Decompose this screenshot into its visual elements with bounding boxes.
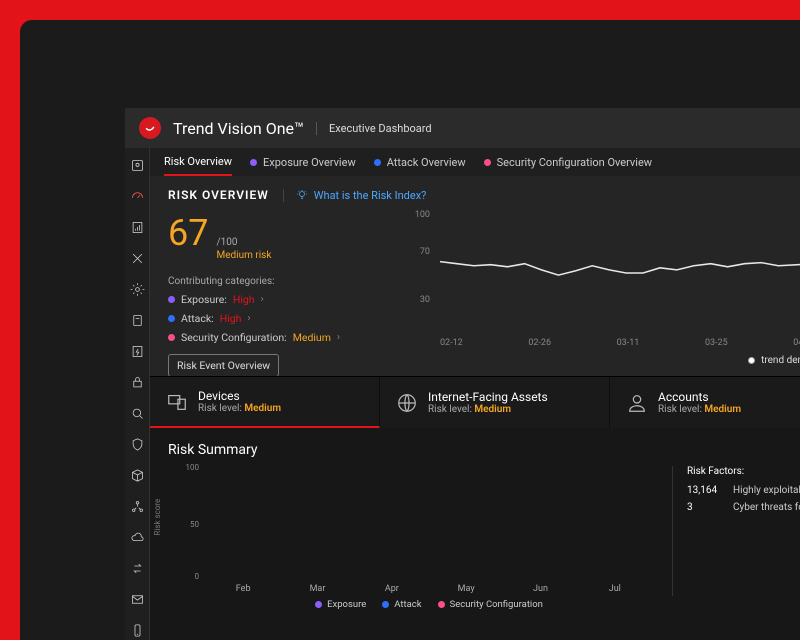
summary-tab-internet-assets[interactable]: Internet-Facing AssetsRisk level: Medium [380, 377, 610, 428]
section-title: RISK OVERVIEW [168, 188, 269, 202]
risk-event-overview-button[interactable]: Risk Event Overview [168, 354, 279, 377]
tab-risk-overview[interactable]: Risk Overview [164, 148, 232, 176]
devices-icon [166, 391, 188, 413]
tab-security-config-overview[interactable]: Security Configuration Overview [484, 148, 652, 176]
categories-label: Contributing categories: [168, 276, 368, 287]
risk-summary-bar-chart: Risk score 100 50 0 FebMarAprMayJunJul E… [168, 466, 652, 596]
nav-tabs: Risk Overview Exposure Overview Attack O… [150, 148, 800, 176]
chart-legend: trend demo [748, 355, 800, 366]
risk-score: 67 /100Medium risk [168, 212, 368, 262]
nav-phone-icon[interactable] [130, 623, 145, 638]
tab-exposure-overview[interactable]: Exposure Overview [250, 148, 356, 176]
category-attack[interactable]: Attack: High› [168, 312, 368, 325]
category-exposure[interactable]: Exposure: High› [168, 293, 368, 306]
nav-network-icon[interactable] [130, 499, 145, 514]
category-security-config[interactable]: Security Configuration: Medium› [168, 331, 368, 344]
sidebar [125, 148, 150, 640]
user-icon [626, 392, 648, 414]
nav-cloud-icon[interactable] [130, 530, 145, 545]
trend-logo-icon [139, 117, 161, 139]
nav-lock-icon[interactable] [130, 375, 145, 390]
chevron-right-icon: › [247, 313, 250, 324]
app-title: Trend Vision One™ [173, 119, 304, 138]
nav-shield-icon[interactable] [130, 313, 145, 328]
nav-reports-icon[interactable] [130, 220, 145, 235]
nav-shield2-icon[interactable] [130, 437, 145, 452]
risk-trend-chart: 100 70 30 02-12 02-26 03-11 03-25 04-08 … [408, 212, 800, 352]
nav-map-icon[interactable] [130, 158, 145, 173]
nav-transfer-icon[interactable] [130, 561, 145, 576]
tab-attack-overview[interactable]: Attack Overview [374, 148, 466, 176]
nav-cross-icon[interactable] [130, 251, 145, 266]
help-link-risk-index[interactable]: What is the Risk Index? [283, 189, 427, 202]
chevron-right-icon: › [261, 294, 264, 305]
summary-tabs: DevicesRisk level: Medium Internet-Facin… [150, 376, 800, 428]
globe-icon [396, 392, 418, 414]
dot-icon [484, 159, 491, 166]
nav-settings-icon[interactable] [130, 282, 145, 297]
risk-summary-title: Risk Summary [168, 442, 800, 458]
summary-tab-devices[interactable]: DevicesRisk level: Medium [150, 377, 380, 428]
lightbulb-icon [296, 189, 308, 201]
bar-chart-legend: Exposure Attack Security Configuration [206, 599, 652, 610]
dot-icon [250, 159, 257, 166]
dot-icon [374, 159, 381, 166]
app-topbar: Trend Vision One™ Executive Dashboard [125, 108, 800, 148]
risk-overview-panel: RISK OVERVIEW What is the Risk Index? 67… [150, 176, 800, 407]
risk-summary-panel: Risk Summary Risk score 100 50 0 FebMarA… [150, 428, 800, 640]
risk-factors: Risk Factors: 13,164Highly exploitable 3… [672, 466, 800, 596]
nav-bolt-icon[interactable] [130, 344, 145, 359]
nav-search-icon[interactable] [130, 406, 145, 421]
summary-tab-accounts[interactable]: AccountsRisk level: Medium [610, 377, 800, 428]
chevron-right-icon: › [337, 332, 340, 343]
nav-dashboard-icon[interactable] [130, 189, 145, 204]
app-subtitle: Executive Dashboard [316, 122, 432, 135]
nav-cube-icon[interactable] [130, 468, 145, 483]
